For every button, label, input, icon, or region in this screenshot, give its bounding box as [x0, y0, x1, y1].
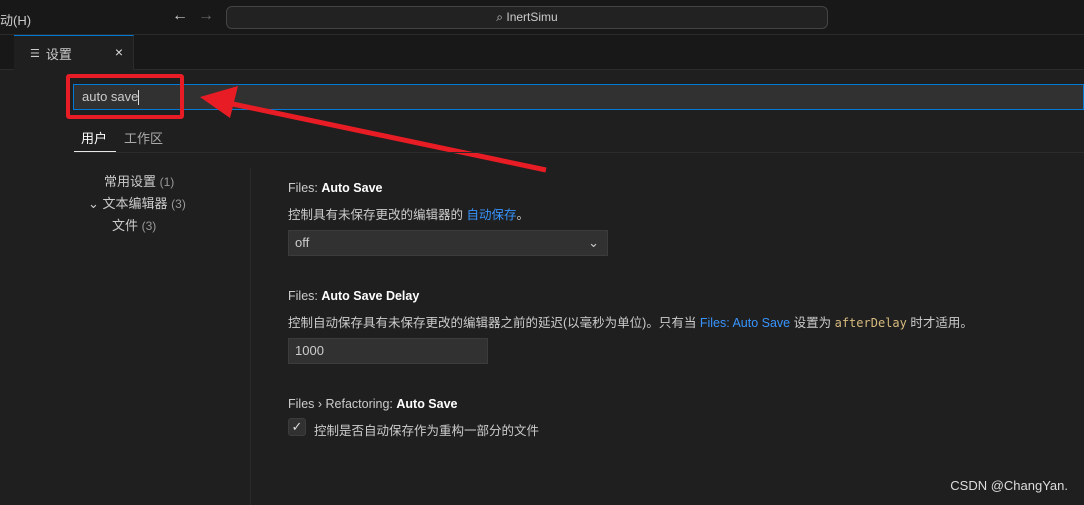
setting-description: 控制具有未保存更改的编辑器的 自动保存。 [288, 208, 530, 222]
divider [74, 152, 1084, 153]
tree-item-common[interactable]: 常用设置 (1) [104, 171, 174, 190]
refactor-auto-save-checkbox[interactable]: ✓ [288, 418, 306, 436]
check-icon: ✓ [291, 419, 303, 434]
setting-description: 控制是否自动保存作为重构一部分的文件 [314, 424, 540, 438]
setting-title: Files: Auto Save Delay [288, 289, 420, 303]
active-tab-underline [74, 151, 116, 152]
auto-save-select[interactable]: off ⌄ [288, 230, 608, 256]
tab-workspace[interactable]: 工作区 [124, 128, 163, 147]
setting-title: Files: Auto Save [288, 181, 383, 195]
auto-save-delay-input[interactable]: 1000 [288, 338, 488, 364]
tab-user[interactable]: 用户 [81, 128, 107, 147]
watermark: CSDN @ChangYan. [950, 478, 1068, 493]
link[interactable]: Files: Auto Save [700, 316, 790, 330]
link[interactable]: 自动保存 [466, 208, 516, 222]
chevron-down-icon: ⌄ [588, 235, 599, 250]
setting-description: 控制自动保存具有未保存更改的编辑器之前的延迟(以毫秒为单位)。只有当 Files… [288, 316, 973, 330]
setting-title: Files › Refactoring: Auto Save [288, 397, 458, 411]
tree-item-files[interactable]: 文件 (3) [112, 215, 156, 234]
sash[interactable] [250, 168, 251, 505]
chevron-down-icon: ⌄ [88, 196, 99, 211]
tree-item-text-editor[interactable]: ⌄ 文本编辑器 (3) [88, 193, 186, 212]
